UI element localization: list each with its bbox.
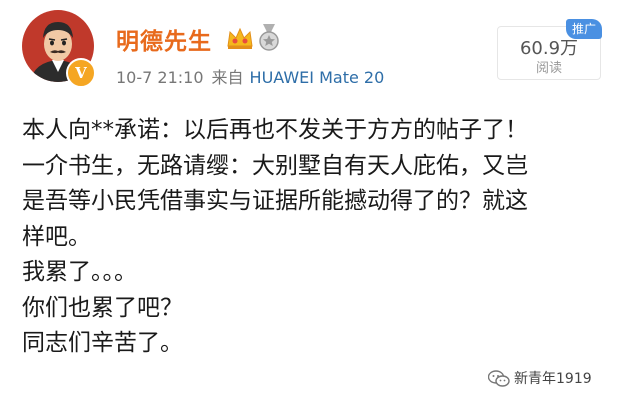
post-time[interactable]: 10-7 21:10 [116, 68, 204, 87]
wechat-icon [488, 370, 510, 387]
post-content: 本人向**承诺：以后再也不发关于方方的帖子了！ 一介书生，无路请缨：大别墅自有天… [22, 113, 612, 362]
watermark: 新青年1919 [488, 368, 592, 388]
username[interactable]: 明德先生 [116, 22, 212, 56]
medal-icon[interactable] [258, 24, 280, 52]
post-line: 是吾等小民凭借事实与证据所能撼动得了的？就这 [22, 188, 528, 214]
post-line: 我累了。。。 [22, 259, 137, 285]
post-line: 同志们辛苦了。 [22, 330, 183, 356]
crown-icon[interactable] [226, 26, 254, 50]
post-meta: 10-7 21:10 来自 HUAWEI Mate 20 [116, 64, 384, 88]
post-line: 你们也累了吧？ [22, 294, 183, 321]
source-device[interactable]: HUAWEI Mate 20 [250, 68, 385, 87]
post-line: 本人向**承诺：以后再也不发关于方方的帖子了！ [22, 117, 528, 143]
watermark-text: 新青年1919 [514, 371, 592, 387]
promote-button[interactable]: 推广 [566, 19, 602, 39]
verified-badge-icon: V [66, 58, 96, 88]
post-line: 一介书生，无路请缨：大别墅自有天人庇佑，又岂 [22, 152, 528, 179]
post-line: 样吧。 [22, 223, 91, 250]
source-label: 来自 [211, 68, 244, 87]
read-label: 阅读 [535, 61, 562, 76]
